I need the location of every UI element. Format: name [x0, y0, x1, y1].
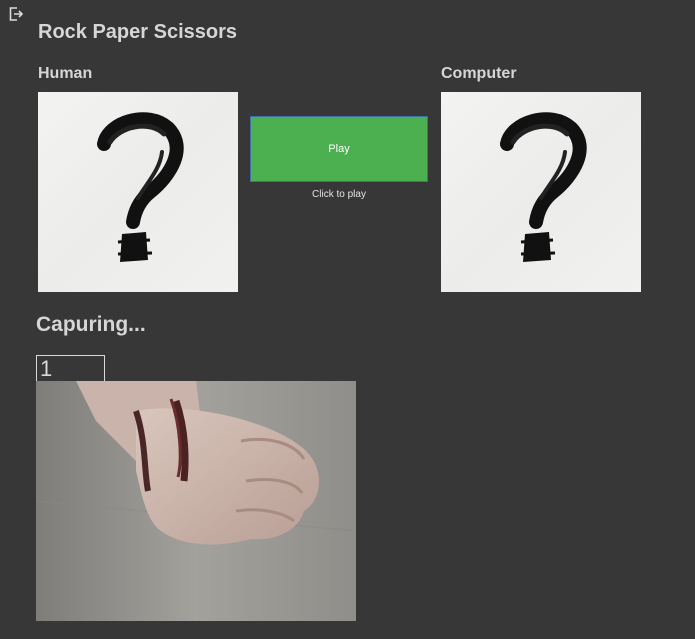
exit-icon[interactable]: [8, 6, 24, 22]
capture-status: Capuring...: [36, 313, 146, 336]
computer-choice-card: [441, 92, 641, 292]
play-button[interactable]: Play: [250, 116, 428, 182]
human-label: Human: [38, 65, 93, 82]
fist-image: [36, 381, 356, 621]
question-mark-icon: [97, 112, 184, 262]
webcam-feed: [36, 381, 356, 621]
computer-label: Computer: [441, 65, 517, 82]
app-title: Rock Paper Scissors: [38, 21, 237, 43]
question-mark-icon: [500, 112, 587, 262]
human-choice-card: [38, 92, 238, 292]
play-hint: Click to play: [312, 189, 366, 200]
app-root: Rock Paper Scissors Human Computer Play …: [0, 0, 695, 639]
countdown-display: 1: [36, 355, 105, 382]
